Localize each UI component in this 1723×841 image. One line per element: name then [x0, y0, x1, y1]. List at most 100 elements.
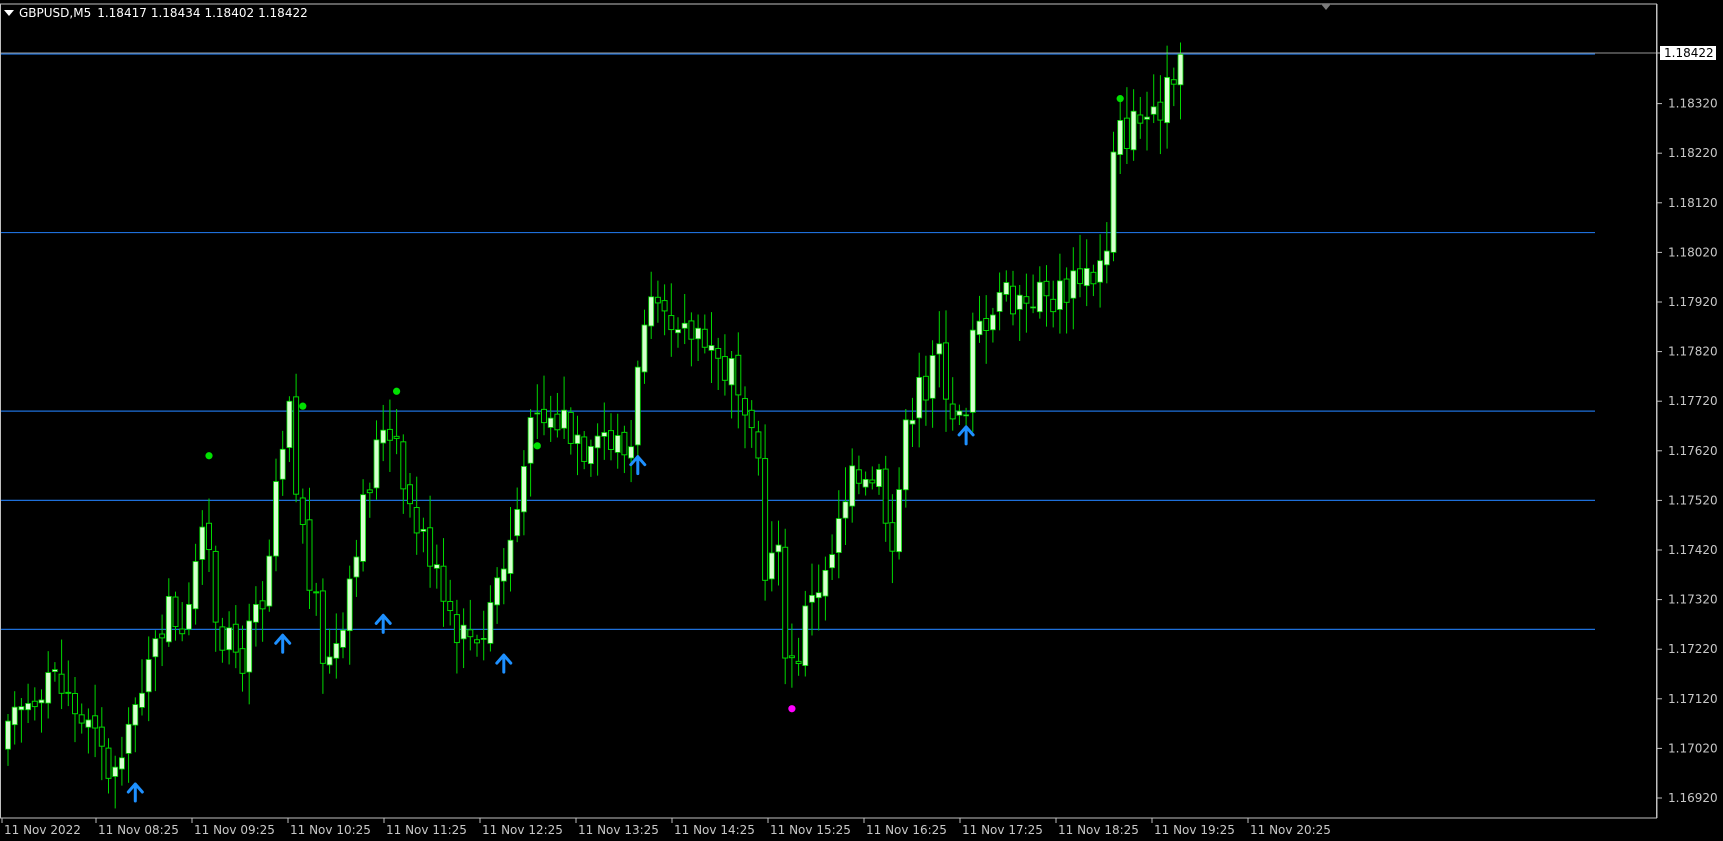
price-axis-label: 1.18320: [1668, 97, 1718, 111]
time-axis-label: 11 Nov 2022: [4, 823, 81, 837]
candle-body-bear: [782, 546, 789, 659]
candle-body-bear: [319, 590, 326, 664]
candle-body-bear: [31, 700, 38, 708]
candle-body-bull: [45, 672, 52, 704]
time-axis-label: 11 Nov 12:25: [482, 823, 563, 837]
price-axis-label: 1.17220: [1668, 642, 1718, 656]
candle-body-bear: [1090, 271, 1097, 285]
up-arrow-icon[interactable]: [495, 653, 513, 674]
candle-body-bull: [802, 605, 809, 666]
candle-body-bull: [1117, 120, 1124, 155]
candle-body-bear: [78, 714, 85, 724]
up-arrow-icon[interactable]: [274, 633, 292, 654]
candle-body-bull: [574, 434, 581, 445]
candle-body-bull: [815, 592, 822, 599]
candle-body-bear: [554, 413, 561, 431]
candle-body-bull: [849, 465, 856, 507]
up-arrow-icon[interactable]: [126, 782, 144, 803]
candle-body-bear: [755, 431, 762, 459]
candle-body-bear: [72, 692, 78, 715]
candle-body-bull: [1130, 110, 1137, 151]
candle-body-bull: [1144, 116, 1150, 120]
price-axis-label: 1.17320: [1668, 593, 1718, 607]
candle-body-bull: [132, 704, 139, 726]
candle-body-bull: [420, 528, 427, 532]
shift-marker-icon[interactable]: [1321, 4, 1331, 10]
time-axis-label: 11 Nov 18:25: [1058, 823, 1139, 837]
price-axis-label: 1.17020: [1668, 741, 1718, 755]
candle-body-bear: [701, 328, 708, 348]
candle-body-bear: [407, 484, 413, 505]
chart-window[interactable]: 1.18422 1.18320 1.18220 1.18120 1.18020 1.179…: [0, 0, 1723, 841]
candle-body-bear: [212, 550, 219, 623]
candle-body-bull: [628, 446, 634, 459]
candle-body-bull: [902, 419, 909, 491]
candle-body-bear: [567, 411, 574, 444]
symbol-label: GBPUSD,M5: [19, 6, 92, 20]
candle-body-bear: [1010, 285, 1016, 315]
candle-body-bull: [346, 578, 353, 632]
time-axis-label: 11 Nov 16:25: [866, 823, 947, 837]
candle-body-bear: [1123, 117, 1130, 150]
candle-body-bear: [1043, 280, 1050, 297]
candle-body-bear: [949, 403, 956, 420]
candle-body-bull: [119, 757, 125, 770]
candle-body-bull: [728, 358, 735, 386]
candle-body-bull: [1003, 282, 1010, 295]
candle-body-bull: [480, 638, 487, 640]
candle-body-bear: [621, 431, 628, 456]
candle-body-bull: [876, 469, 882, 487]
candle-body-bull: [641, 324, 648, 373]
candle-body-bear: [654, 296, 661, 304]
candle-body-bear: [58, 673, 65, 694]
candle-body-bull: [1070, 270, 1077, 299]
candle-body-bull: [152, 638, 159, 658]
candle-body-bull: [279, 448, 286, 480]
candle-body-bull: [842, 501, 849, 519]
up-arrow-icon[interactable]: [629, 455, 647, 476]
price-axis-label: 1.17420: [1668, 543, 1718, 557]
up-arrow-icon[interactable]: [957, 425, 975, 446]
candle-body-bear: [882, 468, 889, 524]
candle-body-bear: [393, 435, 400, 439]
candle-body-bull: [1177, 53, 1184, 86]
candle-body-bull: [521, 466, 527, 513]
candle-body-bull: [1016, 294, 1023, 310]
price-axis-label: 1.17620: [1668, 444, 1718, 458]
candle-body-bear: [92, 715, 99, 729]
candlesticks: [5, 42, 1184, 809]
candle-body-bull: [1036, 281, 1043, 313]
price-axis-label: 1.17920: [1668, 295, 1718, 309]
candle-body-bull: [809, 594, 815, 603]
candle-body-bear: [159, 633, 166, 639]
candle-body-bull: [373, 439, 380, 489]
candle-body-bull: [829, 554, 835, 569]
candle-body-bull: [112, 766, 119, 777]
candle-body-bull: [139, 692, 145, 708]
time-axis-label: 11 Nov 11:25: [386, 823, 467, 837]
candle-body-bull: [52, 669, 58, 672]
candle-body-bear: [715, 348, 722, 359]
candle-body-bull: [614, 435, 621, 453]
candle-body-bear: [400, 441, 407, 490]
price-chart[interactable]: 1.18422 1.18320 1.18220 1.18120 1.18020 1.179…: [0, 0, 1723, 841]
price-axis-label: 1.17720: [1668, 394, 1718, 408]
candle-body-bull: [1057, 280, 1063, 310]
candle-body-bull: [929, 355, 936, 399]
time-axis-label: 11 Nov 15:25: [770, 823, 851, 837]
horizontal-levels: [0, 53, 1595, 630]
candle-body-bear: [735, 354, 742, 396]
candle-body-bull: [1097, 260, 1103, 283]
dropdown-triangle-icon[interactable]: [4, 10, 14, 16]
candle-body-bull: [862, 479, 869, 488]
candle-body-bear: [788, 655, 795, 659]
quote-close: 1.18422: [258, 6, 308, 20]
candle-body-bear: [855, 469, 862, 484]
candle-body-bull: [252, 604, 259, 623]
time-axis-label: 11 Nov 09:25: [194, 823, 275, 837]
quote-high: 1.18434: [150, 6, 201, 20]
candle-body-bull: [909, 419, 916, 425]
candle-body-bear: [179, 628, 186, 635]
candle-body-bull: [956, 410, 963, 416]
candle-body-bull: [340, 629, 346, 648]
